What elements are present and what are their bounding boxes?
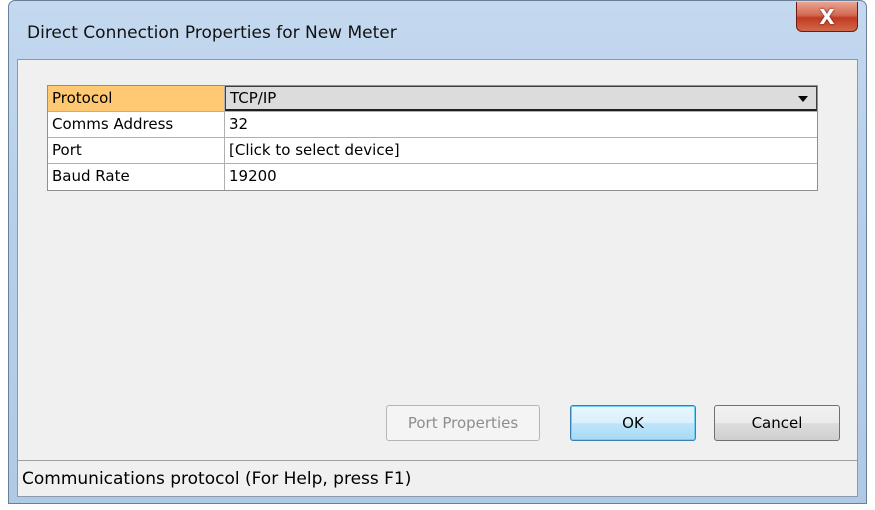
- status-bar: Communications protocol (For Help, press…: [18, 460, 857, 496]
- property-row-port[interactable]: Port [Click to select device]: [48, 138, 817, 164]
- port-properties-button[interactable]: Port Properties: [386, 405, 540, 441]
- property-label-baud-rate: Baud Rate: [48, 164, 225, 190]
- dialog-client-area: Protocol TCP/IP Comms Address 32 Port [C…: [17, 59, 858, 497]
- protocol-value: TCP/IP: [230, 89, 277, 107]
- baud-rate-field[interactable]: 19200: [225, 164, 817, 190]
- protocol-dropdown[interactable]: TCP/IP: [225, 86, 817, 111]
- close-icon: X: [819, 4, 835, 29]
- property-label-comms-address: Comms Address: [48, 112, 225, 137]
- ok-button[interactable]: OK: [570, 405, 696, 441]
- chevron-down-icon[interactable]: [794, 90, 812, 108]
- property-row-baud-rate[interactable]: Baud Rate 19200: [48, 164, 817, 190]
- comms-address-field[interactable]: 32: [225, 112, 817, 137]
- window-title: Direct Connection Properties for New Met…: [27, 23, 397, 43]
- port-select-field[interactable]: [Click to select device]: [225, 138, 817, 163]
- property-row-comms-address[interactable]: Comms Address 32: [48, 112, 817, 138]
- dialog-window: Direct Connection Properties for New Met…: [8, 0, 867, 504]
- property-label-protocol: Protocol: [48, 86, 225, 111]
- close-button[interactable]: X: [796, 2, 858, 32]
- property-label-port: Port: [48, 138, 225, 163]
- property-grid: Protocol TCP/IP Comms Address 32 Port [C…: [47, 85, 818, 191]
- cancel-button[interactable]: Cancel: [714, 405, 840, 441]
- property-row-protocol[interactable]: Protocol TCP/IP: [48, 86, 817, 112]
